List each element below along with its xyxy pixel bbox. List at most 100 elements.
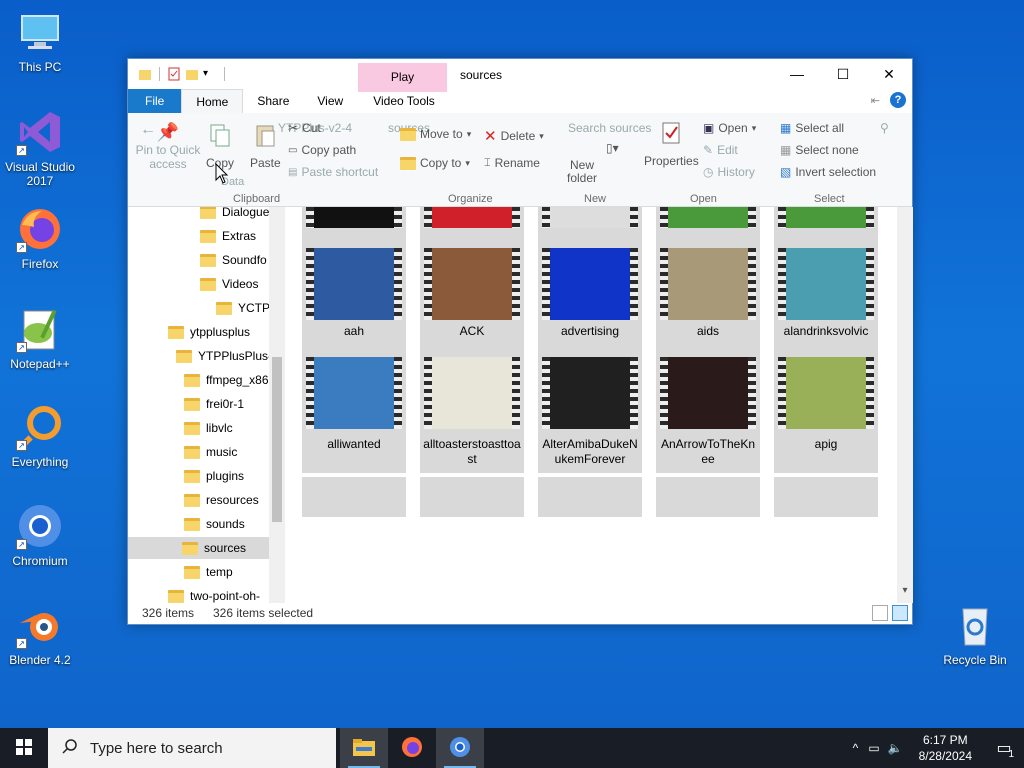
nav-item-folder[interactable]: plugins — [184, 465, 244, 487]
file-tile[interactable] — [420, 477, 524, 517]
desktop-icon-chromium[interactable]: ↗ Chromium — [0, 502, 80, 568]
nav-item-label: Videos — [222, 277, 259, 291]
file-tile[interactable]: apig — [774, 345, 878, 473]
nav-item-folder[interactable]: ffmpeg_x86 — [184, 369, 269, 391]
nav-item-folder[interactable]: music — [184, 441, 237, 463]
nav-item-folder[interactable]: two-point-oh- — [168, 585, 260, 603]
new-folder-icon[interactable] — [185, 67, 199, 81]
properties-icon[interactable] — [167, 67, 181, 81]
chevron-up-icon[interactable]: ^ — [847, 741, 865, 755]
file-tile[interactable]: alltoasterstoasttoast — [420, 345, 524, 473]
nav-item-folder[interactable]: sounds — [184, 513, 245, 535]
select-none-button[interactable]: ▦ Select none — [780, 143, 859, 157]
nav-item-folder[interactable]: resources — [184, 489, 259, 511]
new-folder-button[interactable]: New folder — [564, 159, 600, 185]
system-tray: ^ ▭ 🔈 6:17 PM 8/28/2024 ▭ 1 — [847, 728, 1024, 768]
title-bar: ▾ Play sources — ☐ ✕ — [128, 59, 912, 92]
history-button[interactable]: ◷ History — [703, 165, 755, 179]
start-button[interactable] — [0, 728, 48, 768]
paste-button[interactable]: Paste — [250, 123, 281, 170]
clock[interactable]: 6:17 PM 8/28/2024 — [907, 732, 984, 764]
nav-item-folder[interactable]: Dialogue — [200, 207, 269, 223]
nav-item-folder[interactable]: temp — [184, 561, 233, 583]
file-tile[interactable] — [302, 477, 406, 517]
nav-item-folder[interactable]: frei0r-1 — [184, 393, 244, 415]
file-tile[interactable]: alliwanted — [302, 345, 406, 473]
minimize-button[interactable]: — — [774, 59, 820, 89]
paste-shortcut-button[interactable]: ▤ Paste shortcut — [288, 165, 378, 179]
help-icon[interactable]: ? — [890, 92, 906, 108]
properties-button[interactable]: Properties — [644, 121, 699, 168]
new-item-icon[interactable]: ▯▾ — [606, 141, 619, 155]
search-icon[interactable]: ⚲ — [880, 121, 889, 135]
desktop-icon-everything[interactable]: ↗ Everything — [0, 403, 80, 469]
content-scrollbar[interactable]: ▾ — [897, 207, 913, 603]
tab-view[interactable]: View — [303, 89, 357, 113]
collapse-ribbon-icon[interactable]: ⇤ — [871, 94, 880, 107]
chromium-icon — [448, 735, 472, 762]
nav-item-label: two-point-oh- — [190, 589, 261, 603]
desktop-icon-firefox[interactable]: ↗ Firefox — [0, 205, 80, 271]
folder-icon — [182, 541, 198, 555]
desktop-icon-visual-studio[interactable]: ↗ Visual Studio 2017 — [0, 108, 80, 188]
taskbar-chromium[interactable] — [436, 728, 484, 768]
nav-item-folder[interactable]: Videos — [200, 273, 258, 295]
tab-video-tools[interactable]: Video Tools — [357, 89, 451, 113]
invert-selection-button[interactable]: ▧ Invert selection — [780, 165, 876, 179]
nav-item-folder[interactable]: sources — [128, 537, 269, 559]
open-button[interactable]: ▣ Open ▾ — [703, 121, 756, 135]
desktop-icon-blender[interactable]: ↗ Blender 4.2 — [0, 601, 80, 667]
file-tile[interactable]: aah — [302, 228, 406, 345]
edit-button[interactable]: ✎ Edit — [703, 143, 738, 157]
video-thumbnail — [306, 248, 402, 320]
maximize-button[interactable]: ☐ — [820, 59, 866, 89]
rename-icon: ⌶ — [484, 156, 491, 169]
nav-item-folder[interactable]: Soundfo — [200, 249, 267, 271]
network-icon[interactable]: ▭ — [864, 741, 883, 755]
file-name: apig — [814, 437, 838, 451]
file-tile[interactable] — [774, 477, 878, 517]
nav-scrollbar-thumb[interactable] — [272, 357, 282, 522]
tab-home[interactable]: Home — [181, 89, 244, 113]
search-icon — [62, 738, 78, 758]
delete-button[interactable]: ✕ Delete ▾ — [484, 127, 544, 145]
nav-item-folder[interactable]: Extras — [200, 225, 256, 247]
large-icons-view-icon[interactable] — [892, 605, 908, 621]
nav-item-folder[interactable]: YTPPlusPlus- — [176, 345, 272, 367]
select-all-icon: ▦ — [780, 121, 792, 135]
file-tile[interactable]: alandrinksvolvic — [774, 228, 878, 345]
nav-item-folder[interactable]: ytpplusplus — [168, 321, 250, 343]
nav-scrollbar[interactable] — [269, 207, 285, 603]
file-tile[interactable]: AlterAmibaDukeNukemForever — [538, 345, 642, 473]
file-tile[interactable]: ACK — [420, 228, 524, 345]
tab-play[interactable]: Play — [358, 63, 447, 92]
desktop-icon-notepad-plus-plus[interactable]: ↗ Notepad++ — [0, 305, 80, 371]
scroll-down-icon[interactable]: ▾ — [897, 585, 913, 596]
cut-button[interactable]: ✂ Cut — [288, 121, 321, 135]
taskbar-firefox[interactable] — [388, 728, 436, 768]
volume-muted-icon[interactable]: 🔈 — [884, 741, 907, 755]
file-tile[interactable] — [656, 477, 760, 517]
desktop-icon-recycle-bin[interactable]: Recycle Bin — [935, 601, 1015, 667]
shortcut-arrow-icon: ↗ — [16, 539, 27, 550]
pin-to-quick-access-button[interactable]: 📌 Pin to Quick access — [134, 123, 202, 171]
select-all-button[interactable]: ▦ Select all — [780, 121, 844, 135]
desktop-icon-this-pc[interactable]: This PC — [0, 8, 80, 74]
details-view-icon[interactable] — [872, 605, 888, 621]
rename-button[interactable]: ⌶ Rename — [484, 156, 540, 170]
file-tile[interactable] — [538, 477, 642, 517]
tab-share[interactable]: Share — [243, 89, 303, 113]
chevron-down-icon[interactable]: ▾ — [203, 67, 217, 81]
copy-to-button[interactable]: Copy to ▾ — [400, 156, 470, 170]
copy-path-button[interactable]: ▭ Copy path — [288, 143, 356, 157]
nav-item-folder[interactable]: libvlc — [184, 417, 233, 439]
file-tile[interactable]: aids — [656, 228, 760, 345]
close-button[interactable]: ✕ — [866, 59, 912, 89]
move-to-button[interactable]: Move to ▾ — [400, 127, 471, 141]
taskbar-file-explorer[interactable] — [340, 728, 388, 768]
notification-center-button[interactable]: ▭ 1 — [984, 728, 1024, 768]
file-tile[interactable]: AnArrowToTheKnee — [656, 345, 760, 473]
file-tile[interactable]: advertising — [538, 228, 642, 345]
tab-file[interactable]: File — [128, 89, 182, 113]
taskbar-search-box[interactable]: Type here to search — [48, 728, 336, 768]
